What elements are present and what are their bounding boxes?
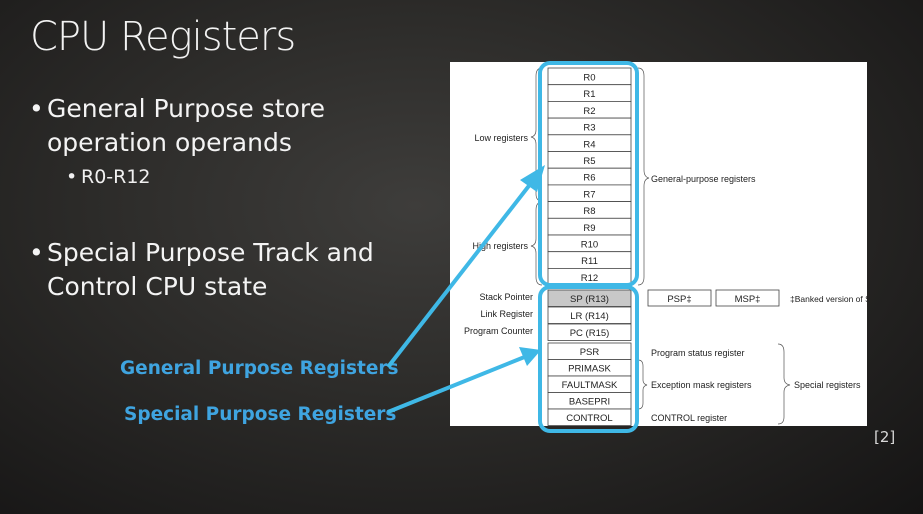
- register-diagram: R0 R1 R2 R3 R4 R5 R6 R7 R8 R9 R10 R11 R1…: [450, 62, 867, 426]
- control-description: CONTROL register: [651, 413, 727, 423]
- special-register-column: PSR PRIMASK FAULTMASK BASEPRI CONTROL: [547, 342, 632, 426]
- register-label-r8: R8: [583, 206, 595, 217]
- banked-note: ‡Banked version of SP: [790, 294, 867, 304]
- bullet-general-purpose-text: General Purpose store operation operands: [47, 94, 325, 157]
- low-registers-label: Low registers: [474, 133, 528, 143]
- special-registers-brace: [777, 343, 791, 425]
- bullet-dot-icon: •: [66, 166, 78, 188]
- callout-special-purpose-registers: Special Purpose Registers: [124, 404, 397, 425]
- sub-bullet-r0-r12: • R0-R12: [66, 166, 151, 188]
- register-diagram-svg: R0 R1 R2 R3 R4 R5 R6 R7 R8 R9 R10 R11 R1…: [464, 67, 867, 426]
- register-label-pc: PC (R15): [570, 328, 610, 339]
- exception-mask-description: Exception mask registers: [651, 380, 752, 390]
- bullet-special-purpose: • Special Purpose Track and Control CPU …: [29, 236, 427, 304]
- register-label-r3: R3: [583, 123, 595, 134]
- high-registers-brace: [530, 201, 543, 286]
- callout-general-purpose-registers: General Purpose Registers: [120, 358, 399, 379]
- register-label-faultmask: FAULTMASK: [562, 380, 618, 391]
- bullet-special-purpose-text: Special Purpose Track and Control CPU st…: [47, 238, 374, 301]
- slide-title: CPU Registers: [30, 14, 296, 60]
- register-label-r7: R7: [583, 189, 595, 200]
- high-registers-label: High registers: [472, 241, 528, 251]
- sub-bullet-text: R0-R12: [81, 166, 151, 188]
- bullet-dot-icon: •: [29, 238, 44, 267]
- bullet-general-purpose: • General Purpose store operation operan…: [29, 92, 407, 160]
- general-purpose-brace: [637, 67, 650, 286]
- register-label-primask: PRIMASK: [568, 364, 611, 375]
- register-label-r6: R6: [583, 173, 595, 184]
- exception-mask-brace: [637, 359, 648, 410]
- register-label-psp: PSP‡: [667, 294, 691, 305]
- register-label-r5: R5: [583, 156, 595, 167]
- citation: [2]: [874, 428, 896, 446]
- register-label-r0: R0: [583, 73, 595, 84]
- register-label-r2: R2: [583, 106, 595, 117]
- register-label-psr: PSR: [580, 347, 600, 358]
- register-label-r11: R11: [581, 256, 598, 267]
- register-label-r10: R10: [581, 240, 598, 251]
- register-label-r4: R4: [583, 139, 595, 150]
- low-registers-brace: [530, 67, 543, 202]
- general-purpose-label: General-purpose registers: [651, 174, 756, 184]
- register-label-r9: R9: [583, 223, 595, 234]
- general-register-column: R0 R1 R2 R3 R4 R5 R6 R7 R8 R9 R10 R11 R1…: [547, 67, 632, 286]
- special-registers-label: Special registers: [794, 380, 861, 390]
- program-counter-label: Program Counter: [464, 326, 533, 336]
- register-label-control: CONTROL: [566, 413, 612, 424]
- stack-pointer-label: Stack Pointer: [479, 292, 533, 302]
- register-label-sp: SP (R13): [570, 294, 609, 305]
- register-label-r12: R12: [581, 273, 598, 284]
- psr-description: Program status register: [651, 348, 745, 358]
- register-label-r1: R1: [583, 89, 595, 100]
- register-label-lr: LR (R14): [570, 311, 609, 322]
- link-register-label: Link Register: [480, 309, 533, 319]
- register-label-msp: MSP‡: [735, 294, 761, 305]
- bullet-dot-icon: •: [29, 94, 44, 123]
- register-label-basepri: BASEPRI: [569, 397, 610, 408]
